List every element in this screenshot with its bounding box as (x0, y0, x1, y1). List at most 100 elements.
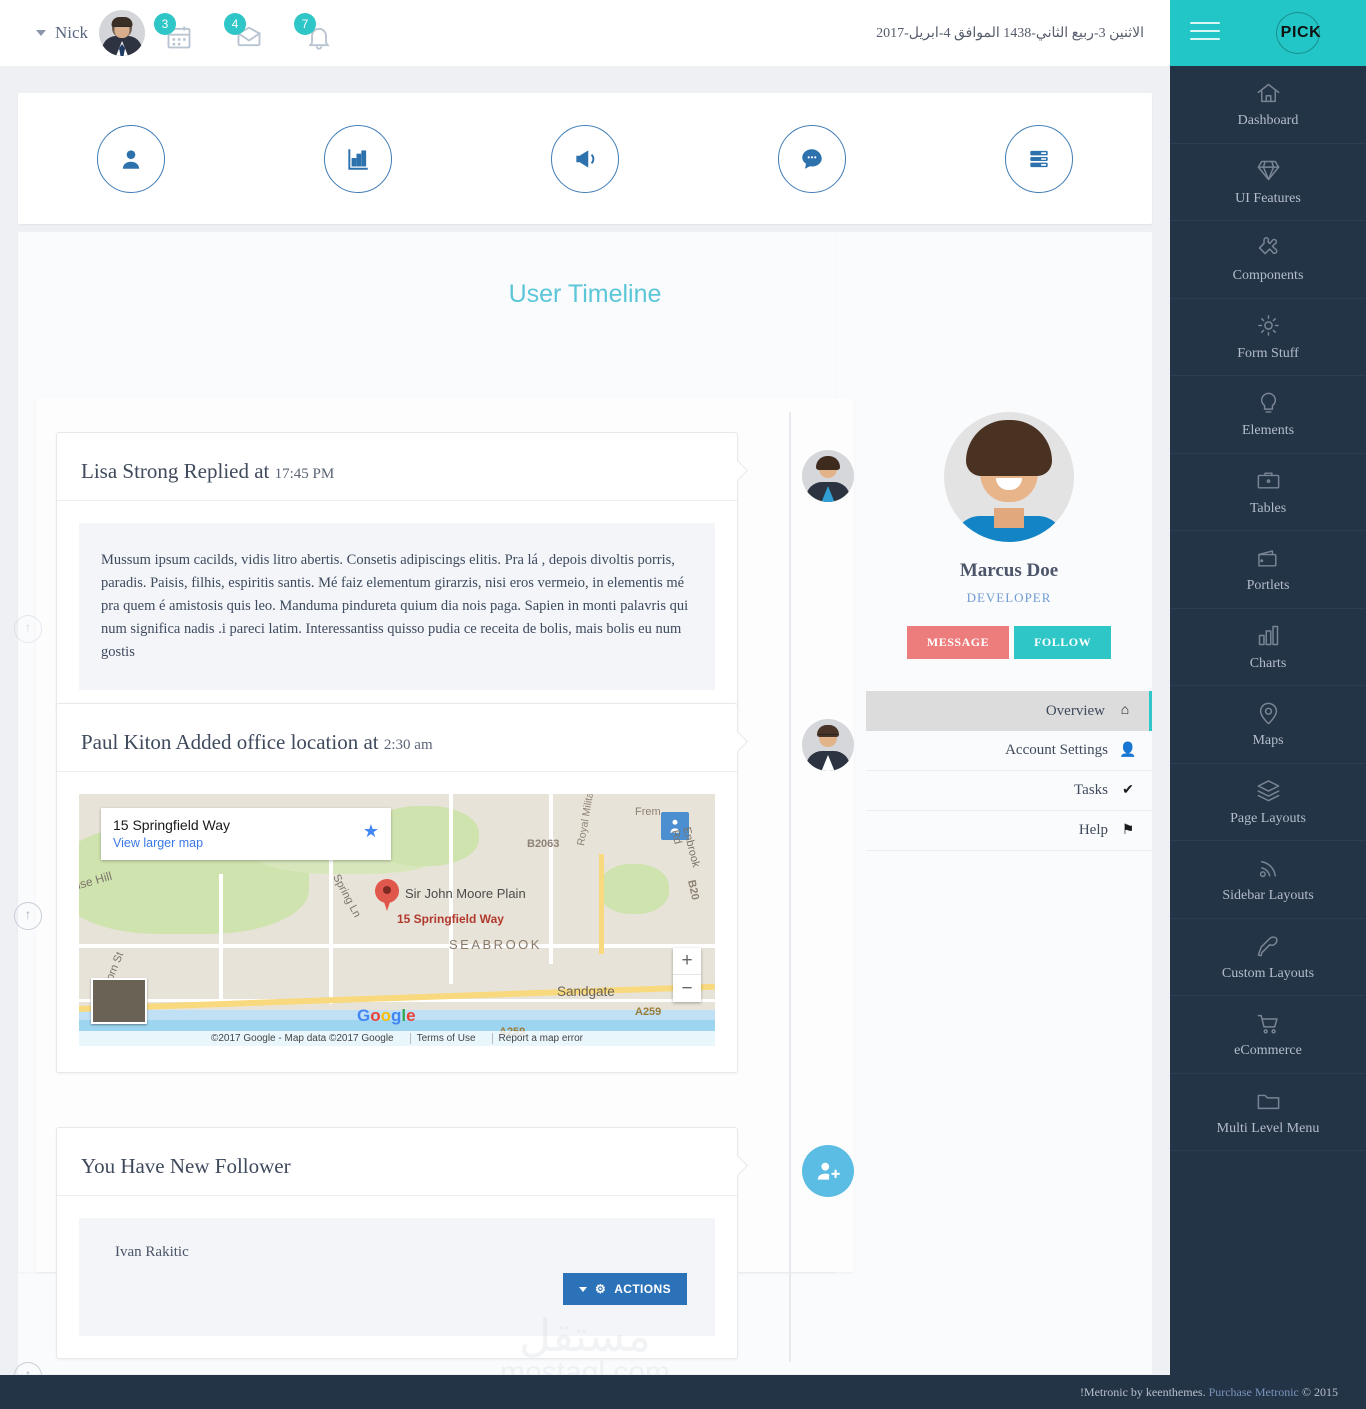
follower-name[interactable]: Ivan Rakitic (115, 1244, 189, 1261)
feed-shortcut[interactable] (925, 124, 1152, 193)
map-attribution-bar: ©2017 Google - Map data ©2017 Google Ter… (79, 1031, 715, 1046)
arrow-up-icon: ↑ (24, 908, 32, 923)
folder-icon (1254, 1087, 1282, 1115)
map-card-title: 15 Springfield Way (113, 817, 230, 833)
brand-logo[interactable]: PICK (1268, 12, 1334, 54)
user-menu[interactable]: Nick (36, 0, 146, 66)
sidebar-item-multi-level-menu[interactable]: Multi Level Menu (1170, 1074, 1366, 1151)
map-info-card[interactable]: 15 Springfield Way View larger map ★ (101, 808, 391, 860)
timeline-column: Lisa Strong Replied at 17:45 PM Mussum i… (18, 232, 854, 1362)
stats-shortcut[interactable] (245, 124, 472, 193)
google-map[interactable]: 15 Springfield Way View larger map ★ Sir… (79, 794, 715, 1046)
sidebar-item-label: Portlets (1246, 578, 1290, 594)
message-button[interactable]: MESSAGE (906, 626, 1010, 659)
megaphone-icon (550, 124, 619, 193)
user-icon (97, 124, 166, 193)
server-list-icon (1004, 124, 1073, 193)
follow-button[interactable]: FOLLOW (1014, 626, 1112, 659)
profile-menu-item-help[interactable]: Help ⚑ (866, 811, 1152, 851)
scroll-top-button[interactable]: ↑ (14, 615, 42, 643)
sidebar-item-label: Multi Level Menu (1216, 1120, 1320, 1136)
timeline-entry[interactable]: Paul Kiton Added office location at 2:30… (56, 703, 738, 1073)
profile-shortcut[interactable] (18, 124, 245, 193)
sidebar-item-elements[interactable]: Elements (1170, 376, 1366, 454)
sidebar-item-sidebar-layouts[interactable]: Sidebar Layouts (1170, 841, 1366, 919)
messages-badge: 4 (224, 13, 246, 35)
sidebar-item-form-stuff[interactable]: Form Stuff (1170, 299, 1366, 376)
calendar-badge: 3 (154, 13, 176, 35)
timeline-entry-title: Lisa Strong Replied at (81, 459, 270, 483)
alerts-notification[interactable]: 7 (294, 13, 334, 53)
map-thumbnail[interactable] (91, 978, 147, 1024)
scroll-top-button[interactable]: ↑ (14, 902, 42, 930)
puzzle-icon (1254, 234, 1282, 262)
sidebar-item-custom-layouts[interactable]: Custom Layouts (1170, 919, 1366, 996)
briefcase-icon (1254, 467, 1282, 495)
wallet-icon (1254, 544, 1282, 572)
top-header-bar: Nick 3 4 7 الاثنين 3-ربيع الثاني-1438 ال… (0, 0, 1366, 66)
timeline-avatar[interactable] (802, 719, 854, 771)
sidebar-item-charts[interactable]: Charts (1170, 609, 1366, 686)
shopping-cart-icon (1254, 1009, 1282, 1037)
profile-avatar (944, 412, 1074, 542)
messages-shortcut[interactable] (698, 124, 925, 193)
gear-icon (1254, 312, 1282, 340)
timeline-avatar[interactable] (802, 450, 854, 502)
profile-menu-item-overview[interactable]: Overview ⌂ (866, 691, 1152, 731)
sidebar-item-label: Page Layouts (1230, 810, 1306, 826)
profile-role: DEVELOPER (966, 590, 1052, 605)
sidebar-item-label: eCommerce (1234, 1043, 1302, 1059)
map-copyright: ©2017 Google - Map data ©2017 Google (210, 1033, 394, 1044)
actions-button[interactable]: ⚙ ACTIONS (563, 1273, 687, 1305)
map-road-label: B2063 (527, 838, 560, 850)
messages-notification[interactable]: 4 (224, 13, 264, 53)
calendar-notification[interactable]: 3 (154, 13, 194, 53)
shortcut-icon-bar (18, 93, 1152, 224)
star-icon[interactable]: ★ (363, 821, 379, 842)
timeline-entry[interactable]: Lisa Strong Replied at 17:45 PM Mussum i… (56, 432, 738, 713)
sidebar-item-ui-features[interactable]: UI Features (1170, 144, 1366, 221)
sidebar-item-label: Components (1232, 268, 1304, 284)
sidebar-item-ecommerce[interactable]: eCommerce (1170, 996, 1366, 1074)
announcements-shortcut[interactable] (472, 124, 699, 193)
map-street-label: Spring Ln (330, 872, 363, 920)
lightbulb-icon (1254, 389, 1282, 417)
gear-icon: ⚙ (595, 1282, 607, 1296)
sidebar-item-label: Elements (1241, 423, 1295, 439)
header-user-name: Nick (55, 23, 89, 42)
alerts-badge: 7 (294, 13, 316, 35)
map-report-link[interactable]: Report a map error (491, 1033, 589, 1044)
timeline-entry-body: Mussum ipsum cacilds, vidis litro aberti… (79, 523, 715, 690)
bar-chart-icon (1254, 622, 1282, 650)
wrench-icon (1254, 932, 1282, 960)
map-card-link[interactable]: View larger map (113, 836, 379, 850)
home-icon (1254, 79, 1282, 107)
profile-menu-item-tasks[interactable]: Tasks ✔ (866, 771, 1152, 811)
map-terms-link[interactable]: Terms of Use (409, 1033, 482, 1044)
sidebar-item-components[interactable]: Components (1170, 221, 1366, 299)
footer-purchase-link[interactable]: Purchase Metronic (1209, 1385, 1299, 1399)
map-zoom-controls[interactable]: + − (673, 948, 701, 1002)
brand-name: PICK (1280, 24, 1322, 41)
sidebar-item-label: Form Stuff (1237, 345, 1299, 361)
profile-menu-item-account-settings[interactable]: Account Settings 👤 (866, 731, 1152, 771)
sidebar-item-maps[interactable]: Maps (1170, 686, 1366, 764)
sidebar-item-page-layouts[interactable]: Page Layouts (1170, 764, 1366, 841)
hamburger-menu-icon[interactable] (1190, 22, 1220, 44)
page-footer: !Metronic by keenthemes. Purchase Metron… (0, 1375, 1366, 1409)
timeline-entry-time: 17:45 PM (274, 466, 335, 482)
header-brand-area: PICK (1170, 0, 1366, 66)
flag-icon: ⚑ (1121, 823, 1135, 838)
sidebar-item-portlets[interactable]: Portlets (1170, 531, 1366, 609)
map-zoom-out-button[interactable]: − (673, 975, 701, 1002)
home-icon: ⌂ (1120, 703, 1130, 718)
user-avatar[interactable] (99, 10, 146, 56)
map-zoom-in-button[interactable]: + (673, 948, 701, 975)
sidebar-item-dashboard[interactable]: Dashboard (1170, 66, 1366, 144)
map-marker-pin[interactable] (375, 879, 399, 911)
add-user-icon[interactable] (802, 1145, 854, 1197)
signal-icon (1254, 854, 1282, 882)
timeline-entry-header: You Have New Follower (57, 1128, 737, 1196)
sidebar-item-tables[interactable]: Tables (1170, 454, 1366, 531)
arrow-up-icon: ↑ (24, 621, 32, 636)
